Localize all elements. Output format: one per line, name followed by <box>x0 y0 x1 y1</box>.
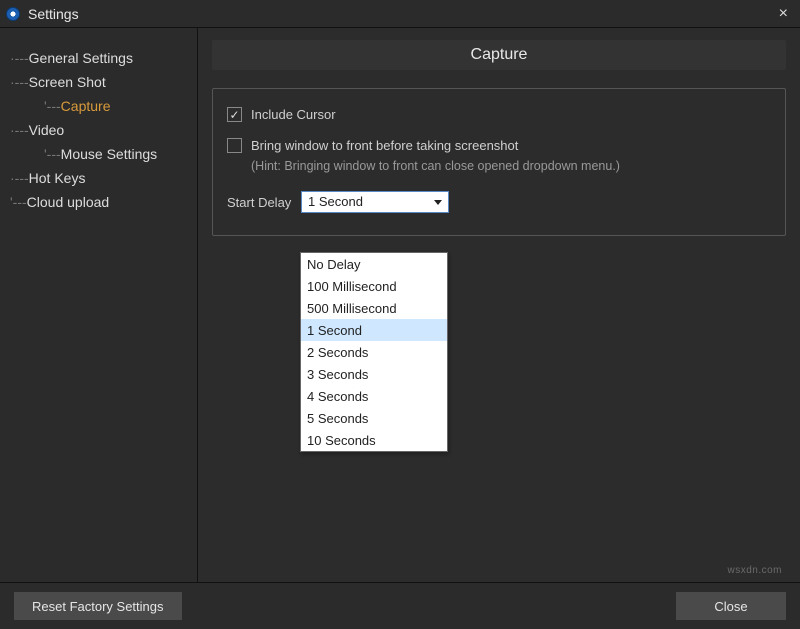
sidebar-item-general-settings[interactable]: General Settings <box>29 50 133 66</box>
start-delay-option[interactable]: 2 Seconds <box>301 341 447 363</box>
start-delay-option[interactable]: 4 Seconds <box>301 385 447 407</box>
sidebar-item-screen-shot[interactable]: Screen Shot <box>29 74 106 90</box>
include-cursor-checkbox[interactable] <box>227 107 242 122</box>
sidebar-item-capture[interactable]: Capture <box>61 98 111 114</box>
sidebar: ·---General Settings ·---Screen Shot '--… <box>0 28 198 582</box>
close-button[interactable]: Close <box>676 592 786 620</box>
close-icon[interactable]: × <box>773 5 794 23</box>
sidebar-item-mouse-settings[interactable]: Mouse Settings <box>61 146 158 162</box>
reset-factory-settings-button[interactable]: Reset Factory Settings <box>14 592 182 620</box>
page-title: Capture <box>212 40 786 70</box>
sidebar-item-hot-keys[interactable]: Hot Keys <box>29 170 86 186</box>
start-delay-label: Start Delay <box>227 195 301 210</box>
sidebar-item-cloud-upload[interactable]: Cloud upload <box>27 194 110 210</box>
bring-to-front-checkbox[interactable] <box>227 138 242 153</box>
content-panel: Capture Include Cursor Bring window to f… <box>198 28 800 582</box>
footer: Reset Factory Settings Close <box>0 582 800 629</box>
include-cursor-label: Include Cursor <box>251 107 336 122</box>
settings-tree: ·---General Settings ·---Screen Shot '--… <box>10 46 197 214</box>
start-delay-dropdown[interactable]: No Delay100 Millisecond500 Millisecond1 … <box>300 252 448 452</box>
watermark: wsxdn.com <box>727 565 782 576</box>
start-delay-option[interactable]: 5 Seconds <box>301 407 447 429</box>
start-delay-option[interactable]: 500 Millisecond <box>301 297 447 319</box>
window-title: Settings <box>28 6 79 22</box>
start-delay-option[interactable]: 1 Second <box>301 319 447 341</box>
main: ·---General Settings ·---Screen Shot '--… <box>0 28 800 582</box>
sidebar-item-video[interactable]: Video <box>29 122 65 138</box>
capture-options-group: Include Cursor Bring window to front bef… <box>212 88 786 236</box>
start-delay-select[interactable]: 1 Second <box>301 191 449 213</box>
bring-to-front-label: Bring window to front before taking scre… <box>251 138 518 153</box>
start-delay-option[interactable]: 100 Millisecond <box>301 275 447 297</box>
titlebar: Settings × <box>0 0 800 28</box>
start-delay-option[interactable]: 3 Seconds <box>301 363 447 385</box>
start-delay-option[interactable]: No Delay <box>301 253 447 275</box>
bring-to-front-hint: (Hint: Bringing window to front can clos… <box>251 159 771 173</box>
app-icon <box>6 7 20 21</box>
start-delay-option[interactable]: 10 Seconds <box>301 429 447 451</box>
